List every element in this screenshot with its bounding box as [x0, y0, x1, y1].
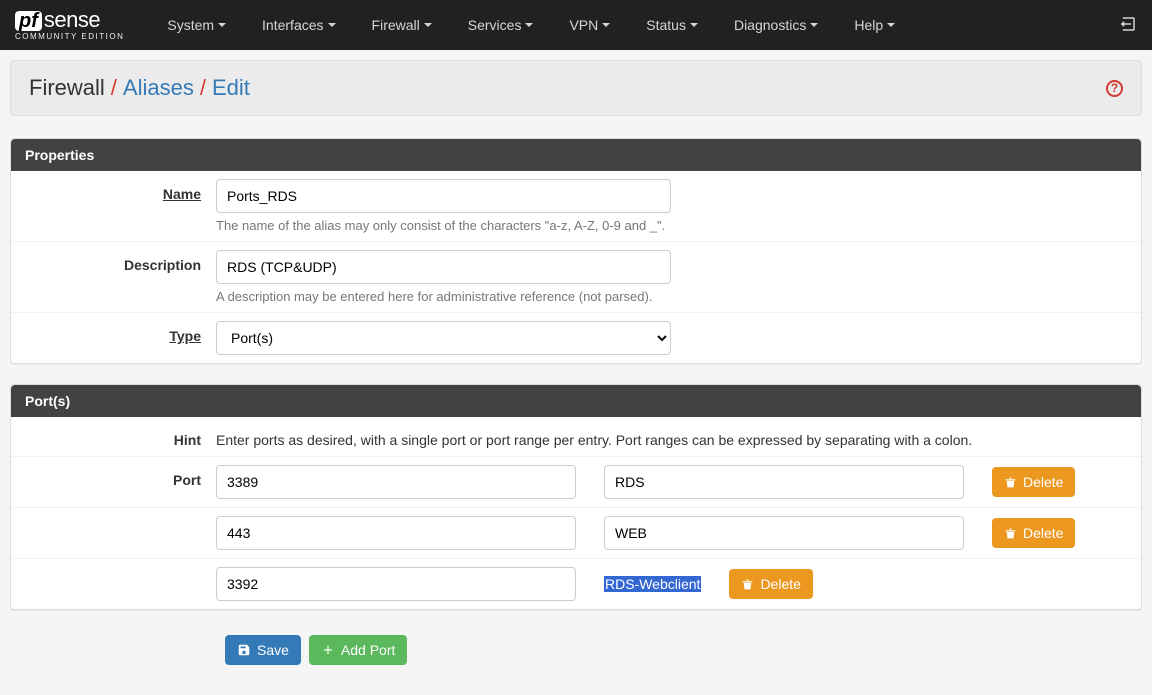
name-help: The name of the alias may only consist o…: [216, 218, 1126, 233]
trash-icon: [741, 578, 754, 591]
port-desc-input-focused[interactable]: RDS-Webclient: [604, 576, 701, 592]
breadcrumb-firewall[interactable]: Firewall: [29, 75, 105, 101]
nav-vpn[interactable]: VPN: [551, 17, 628, 33]
brand-sense: sense: [44, 9, 100, 31]
port-label-empty: [26, 567, 216, 574]
caret-icon: [887, 23, 895, 27]
ports-panel: Port(s) Hint Enter ports as desired, wit…: [10, 384, 1142, 610]
description-help: A description may be entered here for ad…: [216, 289, 1126, 304]
plus-icon: [321, 643, 335, 657]
nav-firewall[interactable]: Firewall: [354, 17, 450, 33]
add-port-button[interactable]: Add Port: [309, 635, 407, 665]
description-label: Description: [26, 250, 216, 273]
save-icon: [237, 643, 251, 657]
nav-services[interactable]: Services: [450, 17, 552, 33]
delete-button[interactable]: Delete: [992, 518, 1075, 548]
brand-pf: pf: [15, 11, 42, 31]
help-icon[interactable]: ?: [1106, 80, 1123, 97]
name-input[interactable]: [216, 179, 671, 213]
delete-button[interactable]: Delete: [992, 467, 1075, 497]
caret-icon: [810, 23, 818, 27]
breadcrumb: Firewall / Aliases / Edit ?: [10, 60, 1142, 116]
caret-icon: [602, 23, 610, 27]
port-desc-input[interactable]: [604, 465, 964, 499]
breadcrumb-edit[interactable]: Edit: [212, 75, 250, 101]
caret-icon: [218, 23, 226, 27]
nav-diagnostics[interactable]: Diagnostics: [716, 17, 836, 33]
actions-row: Save Add Port: [10, 630, 1142, 685]
port-label-empty: [26, 516, 216, 523]
nav-help[interactable]: Help: [836, 17, 913, 33]
nav-status[interactable]: Status: [628, 17, 716, 33]
breadcrumb-sep: /: [111, 75, 117, 101]
port-value-input[interactable]: [216, 567, 576, 601]
caret-icon: [328, 23, 336, 27]
port-value-input[interactable]: [216, 465, 576, 499]
properties-title: Properties: [11, 139, 1141, 171]
nav-interfaces[interactable]: Interfaces: [244, 17, 353, 33]
logout-icon[interactable]: [1119, 15, 1137, 36]
delete-button[interactable]: Delete: [729, 569, 812, 599]
caret-icon: [690, 23, 698, 27]
properties-panel: Properties Name The name of the alias ma…: [10, 138, 1142, 364]
hint-text: Enter ports as desired, with a single po…: [216, 425, 1126, 448]
selected-text: RDS-Webclient: [604, 576, 701, 592]
caret-icon: [525, 23, 533, 27]
port-value-input[interactable]: [216, 516, 576, 550]
port-label: Port: [26, 465, 216, 488]
ports-title: Port(s): [11, 385, 1141, 417]
description-input[interactable]: [216, 250, 671, 284]
brand-ce: COMMUNITY EDITION: [15, 33, 124, 41]
brand-logo[interactable]: pf sense COMMUNITY EDITION: [15, 9, 124, 41]
navbar: pf sense COMMUNITY EDITION System Interf…: [0, 0, 1152, 50]
type-select[interactable]: Port(s): [216, 321, 671, 355]
caret-icon: [424, 23, 432, 27]
nav-items: System Interfaces Firewall Services VPN …: [149, 17, 1119, 33]
breadcrumb-aliases[interactable]: Aliases: [123, 75, 194, 101]
trash-icon: [1004, 476, 1017, 489]
name-label: Name: [26, 179, 216, 202]
save-button[interactable]: Save: [225, 635, 301, 665]
type-label: Type: [26, 321, 216, 344]
trash-icon: [1004, 527, 1017, 540]
breadcrumb-sep: /: [200, 75, 206, 101]
port-desc-input[interactable]: [604, 516, 964, 550]
hint-label: Hint: [26, 425, 216, 448]
nav-system[interactable]: System: [149, 17, 244, 33]
